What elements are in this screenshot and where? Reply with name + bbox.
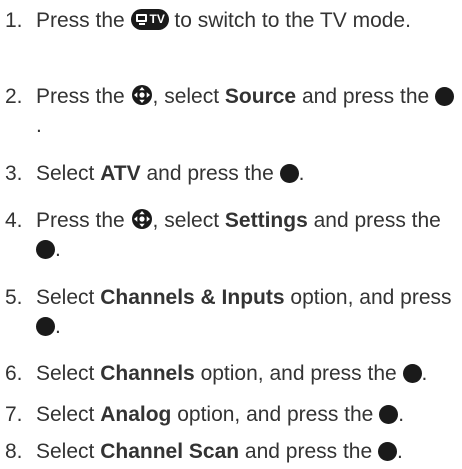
step-1: 1. Press the TV to switch to the TV mode… bbox=[0, 6, 456, 35]
step-number: 5. bbox=[5, 286, 23, 309]
step-text: Press the , select Source and press the … bbox=[36, 82, 456, 140]
tv-button-label: TV bbox=[149, 12, 165, 26]
step-text: Select ATV and press the . bbox=[36, 159, 456, 188]
step-text: Select Channels option, and press the . bbox=[36, 359, 456, 388]
tv-button-icon: TV bbox=[130, 9, 169, 30]
menu-option-atv: ATV bbox=[100, 162, 141, 185]
step-text-part: . bbox=[421, 362, 428, 385]
step-number: 4. bbox=[5, 209, 23, 232]
tv-stand-glyph bbox=[138, 23, 145, 25]
step-8: 8. Select Channel Scan and press the . bbox=[0, 437, 456, 466]
step-text-part: . bbox=[298, 162, 305, 185]
step-text-part: option, and press the bbox=[171, 403, 380, 426]
ok-button-icon bbox=[378, 442, 397, 461]
step-number: 1. bbox=[5, 9, 23, 32]
ok-button-icon bbox=[435, 87, 455, 106]
step-text-part: and press the bbox=[239, 440, 378, 463]
step-text-part: and press the bbox=[296, 85, 436, 108]
step-number: 7. bbox=[5, 403, 23, 426]
step-text-part: . bbox=[397, 440, 403, 463]
ok-button-icon bbox=[402, 364, 422, 383]
step-number: 3. bbox=[5, 162, 23, 185]
step-text: Press the TV to switch to the TV mode. bbox=[36, 6, 456, 35]
ok-button-icon bbox=[379, 405, 399, 424]
step-text-part: and press the bbox=[140, 162, 280, 185]
step-text-part: Press the bbox=[36, 209, 131, 232]
menu-option-channel-scan: Channel Scan bbox=[100, 440, 240, 463]
step-text-part: option, and press the bbox=[194, 362, 403, 385]
menu-option-analog: Analog bbox=[100, 403, 172, 426]
step-text-part: , select bbox=[152, 85, 225, 108]
step-5: 5. Select Channels & Inputs option, and … bbox=[0, 283, 456, 341]
navigation-pad-icon bbox=[131, 85, 152, 105]
menu-option-channels-inputs: Channels & Inputs bbox=[100, 286, 285, 309]
step-4: 4. Press the , select Settings and press… bbox=[0, 206, 456, 264]
menu-option-channels: Channels bbox=[100, 362, 195, 385]
ok-button-icon bbox=[36, 317, 55, 336]
step-text: Select Analog option, and press the . bbox=[36, 400, 456, 429]
step-number: 8. bbox=[5, 440, 23, 463]
step-text-part: to switch to the TV mode. bbox=[168, 9, 411, 32]
step-2: 2. Press the , select Source and press t… bbox=[0, 82, 456, 140]
step-text-part: Press the bbox=[36, 9, 131, 32]
step-text-part: . bbox=[398, 403, 405, 426]
tv-screen-glyph bbox=[135, 14, 147, 22]
step-3: 3. Select ATV and press the . bbox=[0, 159, 456, 188]
step-text: Press the , select Settings and press th… bbox=[36, 206, 456, 264]
menu-option-source: Source bbox=[224, 85, 297, 108]
step-text-part: Select bbox=[36, 362, 101, 385]
step-7: 7. Select Analog option, and press the . bbox=[0, 400, 456, 429]
step-text-part: Select bbox=[36, 286, 101, 309]
step-text-part: Press the bbox=[36, 85, 131, 108]
ok-button-icon bbox=[36, 240, 55, 259]
menu-option-settings: Settings bbox=[224, 209, 308, 232]
step-number: 2. bbox=[5, 85, 23, 108]
step-text-part: option, and press bbox=[284, 286, 452, 309]
step-text-part: . bbox=[55, 315, 61, 338]
step-text: Select Channels & Inputs option, and pre… bbox=[36, 283, 456, 341]
step-text-part: . bbox=[55, 238, 61, 261]
navigation-pad-icon bbox=[131, 209, 152, 229]
step-text-part: Select bbox=[36, 162, 101, 185]
ok-button-icon bbox=[279, 164, 299, 183]
step-text-part: Select bbox=[36, 440, 101, 463]
step-6: 6. Select Channels option, and press the… bbox=[0, 359, 456, 388]
step-text-part: Select bbox=[36, 403, 101, 426]
step-text-part: . bbox=[36, 114, 42, 137]
step-text-part: , select bbox=[152, 209, 225, 232]
step-text-part: and press the bbox=[307, 209, 441, 232]
step-number: 6. bbox=[5, 362, 23, 385]
step-text: Select Channel Scan and press the . bbox=[36, 437, 456, 466]
